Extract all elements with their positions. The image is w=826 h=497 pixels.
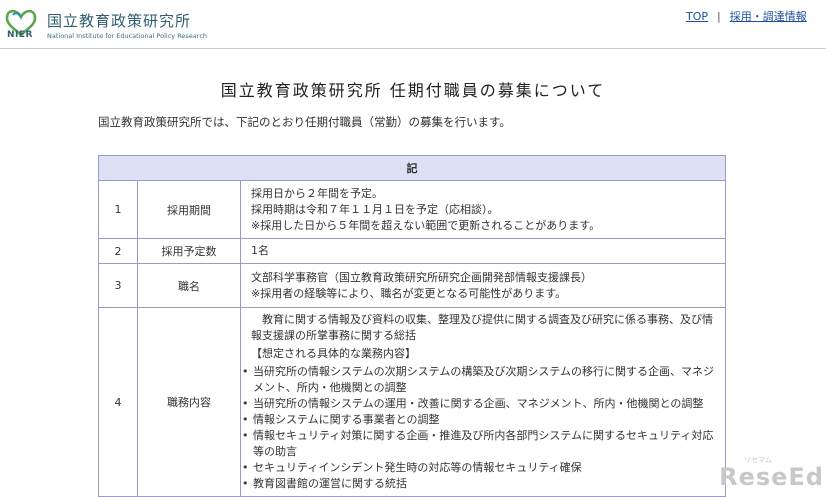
resemom-watermark: リセマム ReseEd <box>719 456 824 491</box>
duty-subheading: 【想定される具体的な業務内容】 <box>251 347 416 360</box>
content-line: 採用時期は令和７年１１月１日を予定（応相談）。 <box>251 202 499 216</box>
table-row: 1 採用期間 採用日から２年間を予定。 採用時期は令和７年１１月１日を予定（応相… <box>98 180 726 239</box>
table-row: 2 採用予定数 1名 <box>98 238 726 264</box>
list-item: 情報システムに関する事業者との調整 <box>242 412 717 428</box>
nav-link-top[interactable]: TOP <box>686 10 708 23</box>
list-item: 当研究所の情報システムの次期システムの構築及び次期システムの移行に関する企画、マ… <box>242 364 717 396</box>
watermark-text: ReseEd <box>719 463 824 491</box>
table-row: 4 職務内容 教育に関する情報及び資料の収集、整理及び提供に関する調査及び研究に… <box>98 307 726 497</box>
recruitment-table: 記 1 採用期間 採用日から２年間を予定。 採用時期は令和７年１１月１日を予定（… <box>98 155 726 497</box>
row-label: 職名 <box>137 263 241 308</box>
content-line: 1名 <box>251 244 269 257</box>
top-navigation: TOP | 採用・調達情報 <box>686 8 807 24</box>
list-item: 教育図書館の運営に関する統括 <box>242 476 717 492</box>
intro-text: 国立教育政策研究所では、下記のとおり任期付職員（常勤）の募集を行います。 <box>98 115 511 129</box>
site-header: 国立教育政策研究所 NIER National Institute for Ed… <box>0 0 826 48</box>
row-label: 職務内容 <box>137 307 241 497</box>
nav-separator: | <box>717 10 721 23</box>
table-header-row: 記 <box>98 155 726 181</box>
logo-subtitle: National Institute for Educational Polic… <box>47 32 208 40</box>
header-divider <box>0 48 826 49</box>
table-row: 3 職名 文部科学事務官（国立教育政策研究所研究企画開発部情報支援課長） ※採用… <box>98 263 726 308</box>
row-label: 採用予定数 <box>137 238 241 264</box>
row-number: 2 <box>98 238 138 264</box>
row-number: 3 <box>98 263 138 308</box>
row-number: 1 <box>98 180 138 239</box>
duty-summary: 教育に関する情報及び資料の収集、整理及び提供に関する調査及び研究に係る事務、及び… <box>251 313 713 342</box>
row-number: 4 <box>98 307 138 497</box>
page-title: 国立教育政策研究所 任期付職員の募集について <box>220 81 606 100</box>
content-line: 採用日から２年間を予定。 <box>251 186 383 200</box>
content-line: ※採用した日から５年間を超えない範囲で更新されることがあります。 <box>251 218 601 232</box>
logo-acronym: NIER <box>7 30 33 40</box>
row-label: 採用期間 <box>137 180 241 239</box>
row-content: 1名 <box>240 238 726 264</box>
list-item: セキュリティインシデント発生時の対応等の情報セキュリティ確保 <box>242 460 717 476</box>
list-item: 情報セキュリティ対策に関する企画・推進及び所内各部門システムに関するセキュリティ… <box>242 428 717 460</box>
content-line: 文部科学事務官（国立教育政策研究所研究企画開発部情報支援課長） <box>251 270 592 284</box>
row-content: 教育に関する情報及び資料の収集、整理及び提供に関する調査及び研究に係る事務、及び… <box>240 307 726 497</box>
row-content: 採用日から２年間を予定。 採用時期は令和７年１１月１日を予定（応相談）。 ※採用… <box>240 180 726 239</box>
list-item: 当研究所の情報システムの運用・改善に関する企画、マネジメント、所内・他機関との調… <box>242 396 717 412</box>
content-line: ※採用者の経験等により、職名が変更となる可能性があります。 <box>251 286 567 300</box>
logo-title: 国立教育政策研究所 <box>47 12 192 30</box>
duty-list: 当研究所の情報システムの次期システムの構築及び次期システムの移行に関する企画、マ… <box>242 364 717 492</box>
table-header: 記 <box>98 155 726 181</box>
row-content: 文部科学事務官（国立教育政策研究所研究企画開発部情報支援課長） ※採用者の経験等… <box>240 263 726 308</box>
nav-link-recruitment[interactable]: 採用・調達情報 <box>730 10 807 23</box>
